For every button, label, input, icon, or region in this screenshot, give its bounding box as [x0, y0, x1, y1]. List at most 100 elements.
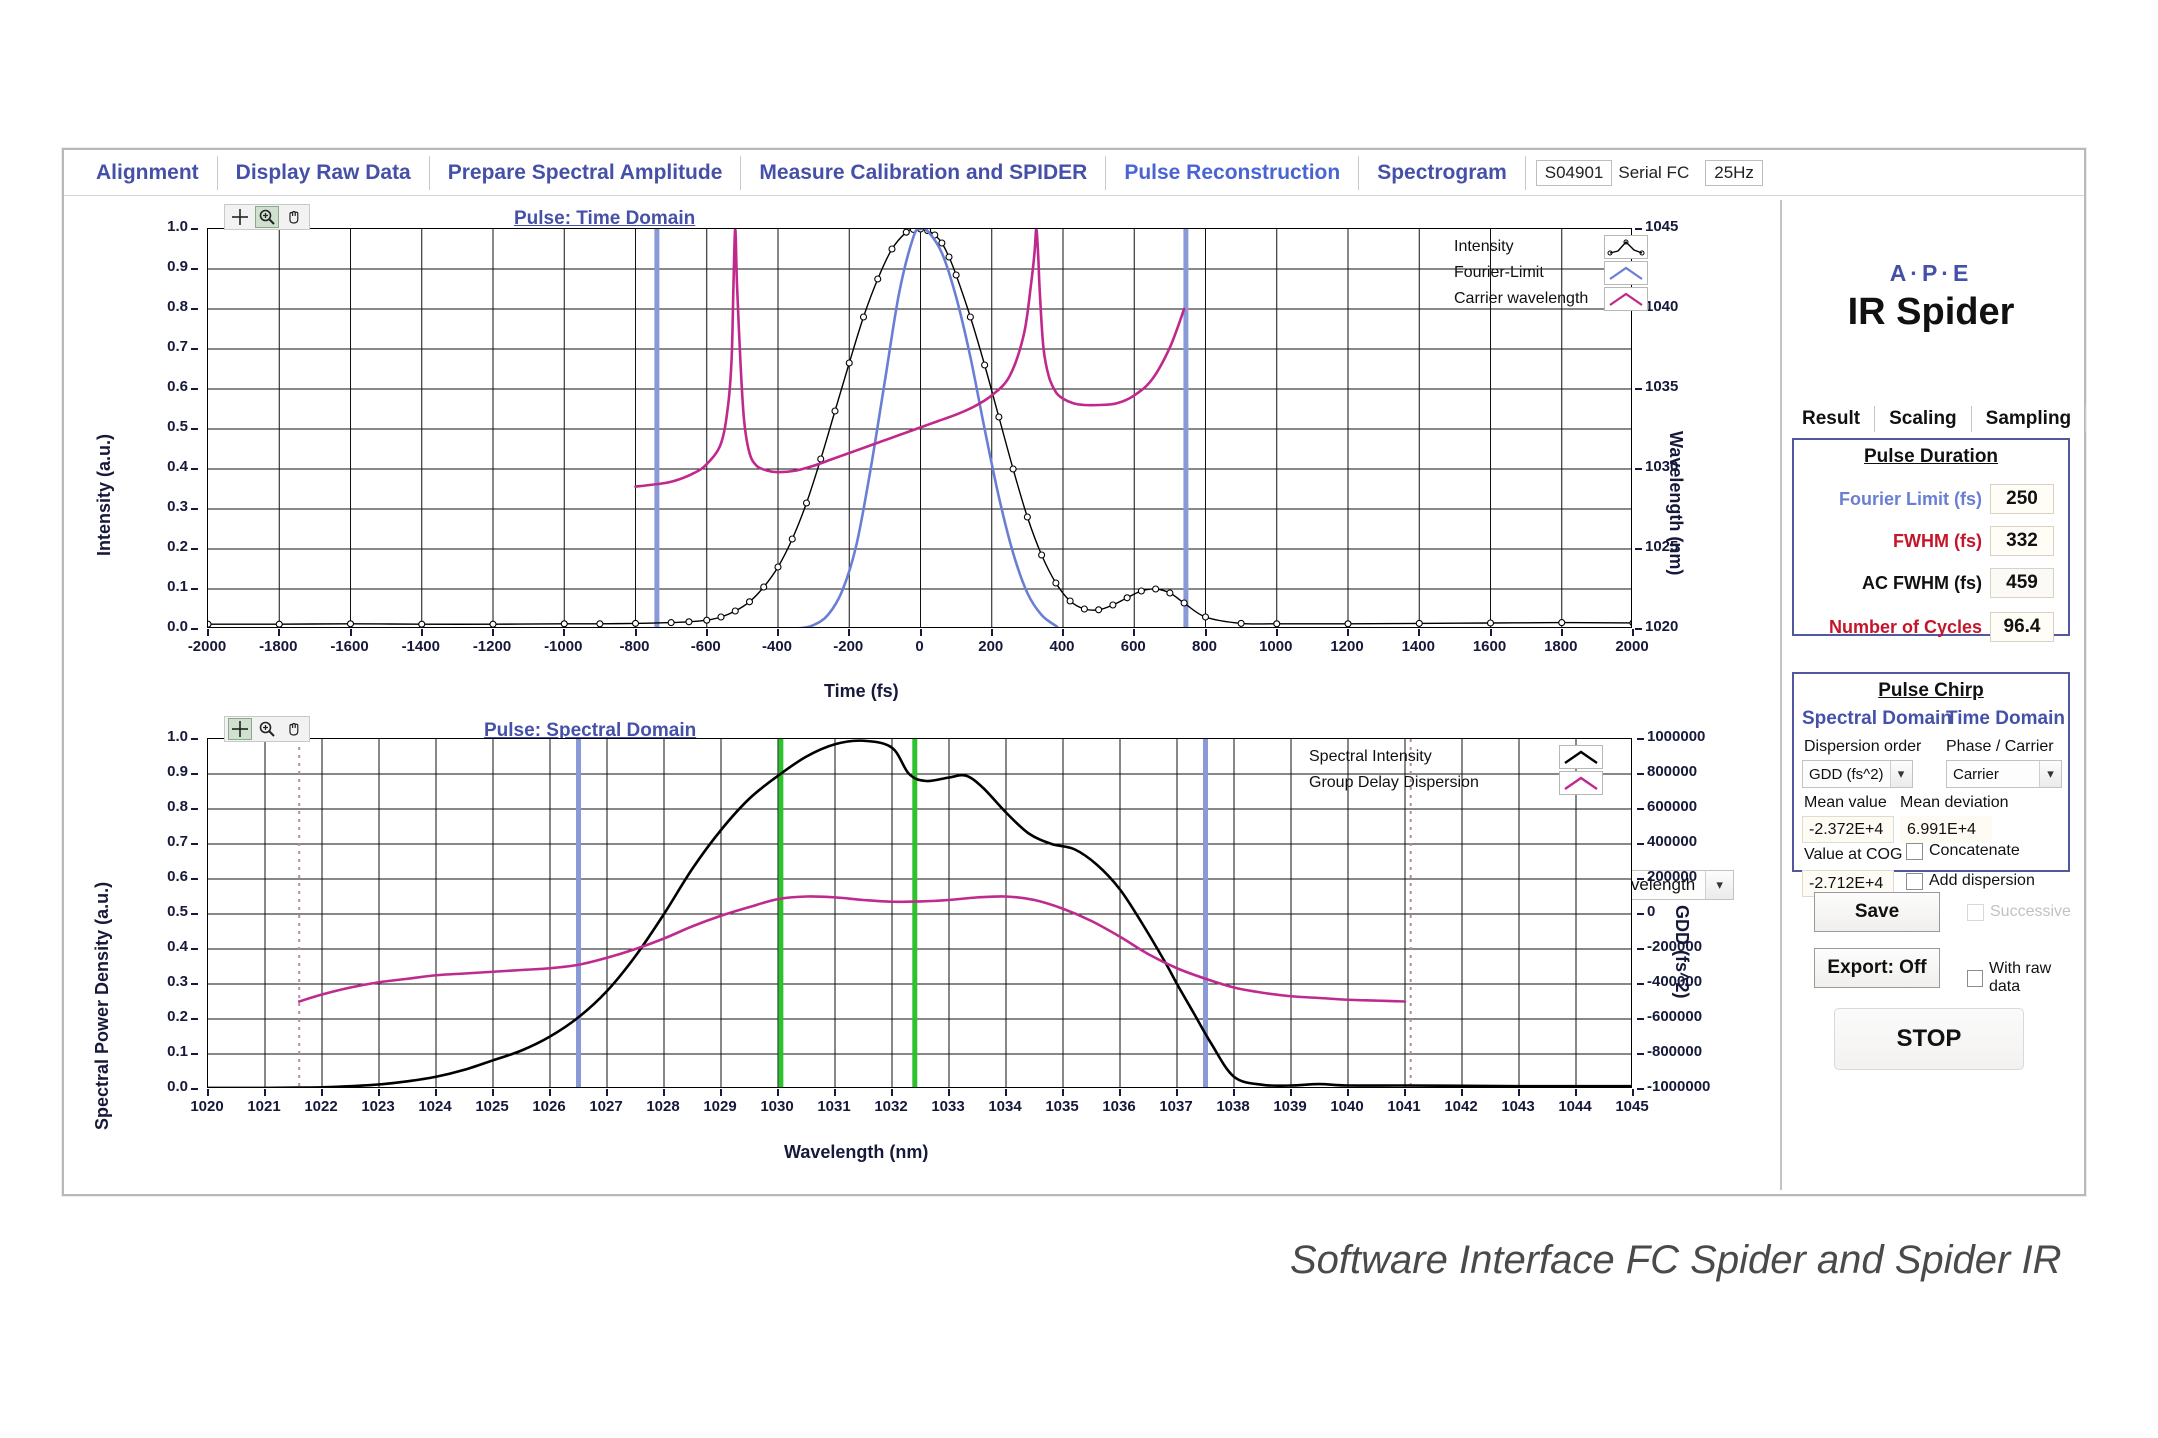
ac-fwhm-label: AC FWHM (fs) — [1862, 572, 1982, 593]
tab-prepare-spectral-amplitude[interactable]: Prepare Spectral Amplitude — [430, 155, 742, 190]
time-domain-plot-area[interactable] — [207, 228, 1632, 628]
zoom-tool-icon[interactable] — [255, 718, 279, 740]
axis-tick-label: 0.1 — [167, 578, 188, 595]
axis-tick-label: 1.0 — [167, 728, 188, 745]
legend-item: Fourier-Limit — [1454, 260, 1674, 286]
axis-tick-label: 1035 — [1645, 378, 1679, 395]
chevron-down-icon[interactable]: ▾ — [2039, 761, 2061, 787]
serial-id-field: S04901 — [1535, 159, 1613, 186]
axis-tick-label: 2000 — [1615, 638, 1649, 655]
axis-tick-label: 0 — [915, 638, 924, 655]
brand-block: A·P·E IR Spider — [1782, 260, 2080, 334]
axis-tick-label: 800 — [1191, 638, 1218, 655]
axis-tick-label: 1020 — [1645, 618, 1679, 635]
pan-tool-icon[interactable] — [282, 206, 306, 228]
legend-item: Intensity — [1454, 234, 1674, 260]
axis-tick-mark — [990, 629, 993, 636]
axis-tick-mark — [1637, 1053, 1644, 1055]
legend-item: Spectral Intensity — [1309, 744, 1629, 770]
chevron-down-icon[interactable]: ▾ — [1889, 761, 1912, 787]
axis-tick-mark — [891, 1089, 893, 1096]
mean-deviation-label: Mean deviation — [1900, 794, 2009, 811]
stop-button-label: STOP — [1896, 1025, 1962, 1052]
phase-carrier-select[interactable]: Carrier ▾ — [1946, 760, 2062, 788]
axis-tick-mark — [1418, 629, 1421, 636]
axis-tick-mark — [834, 1089, 836, 1096]
time-domain-plot-toolbar[interactable] — [224, 204, 310, 230]
axis-tick-mark — [378, 1089, 380, 1096]
tab-pulse-reconstruction[interactable]: Pulse Reconstruction — [1106, 155, 1360, 190]
axis-tick-mark — [549, 1089, 551, 1096]
axis-tick-label: -1000000 — [1647, 1078, 1711, 1095]
dispersion-order-select[interactable]: GDD (fs^2) ▾ — [1802, 760, 1913, 788]
add-dispersion-label: Add dispersion — [1929, 872, 2035, 889]
axis-tick-mark — [634, 629, 637, 636]
right-control-panel: A·P·E IR Spider Result Scaling Sampling … — [1780, 200, 2087, 1190]
axis-tick-mark — [1575, 1089, 1577, 1096]
stop-button[interactable]: STOP — [1834, 1008, 2024, 1070]
axis-tick-label: 0.0 — [167, 618, 188, 635]
axis-tick-mark — [948, 1089, 950, 1096]
axis-tick-label: -1800 — [259, 638, 298, 655]
crosshair-tool-icon[interactable] — [228, 718, 252, 740]
axis-tick-label: 1800 — [1544, 638, 1578, 655]
axis-tick-mark — [606, 1089, 608, 1096]
axis-tick-mark — [1233, 1089, 1235, 1096]
axis-tick-label: 1.0 — [167, 218, 188, 235]
legend-swatch-fourier-limit — [1604, 261, 1648, 285]
zoom-tool-icon[interactable] — [255, 206, 279, 228]
dispersion-order-label: Dispersion order — [1804, 738, 1922, 755]
axis-tick-mark — [1635, 468, 1642, 470]
tab-alignment[interactable]: Alignment — [78, 155, 218, 190]
phase-carrier-value: Carrier — [1953, 765, 1999, 783]
axis-tick-label: -400 — [761, 638, 793, 655]
fourier-limit-row: Fourier Limit (fs) 250 — [1808, 484, 2060, 514]
tab-label: Alignment — [96, 160, 199, 184]
axis-tick-mark — [1632, 1089, 1634, 1096]
axis-tick-mark — [1637, 948, 1644, 950]
axis-tick-mark — [1637, 1088, 1644, 1090]
tab-measure-calibration-and-spider[interactable]: Measure Calibration and SPIDER — [741, 155, 1107, 190]
legend-item: Group Delay Dispersion — [1309, 770, 1629, 796]
axis-tick-mark — [207, 629, 209, 636]
crosshair-tool-icon[interactable] — [228, 206, 252, 228]
checkbox-box[interactable] — [1906, 842, 1923, 860]
export-button[interactable]: Export: Off — [1814, 948, 1940, 988]
panel-tab-sampling[interactable]: Sampling — [1972, 406, 2087, 432]
axis-tick-label: 0.4 — [167, 458, 188, 475]
spectral-domain-y-axis-label: Spectral Power Density (a.u.) — [92, 881, 112, 1130]
panel-tab-result[interactable]: Result — [1788, 406, 1876, 432]
add-dispersion-checkbox[interactable]: Add dispersion — [1906, 872, 2035, 890]
axis-tick-mark — [919, 629, 922, 636]
tab-label: Measure Calibration and SPIDER — [759, 160, 1088, 184]
axis-tick-mark — [321, 1089, 323, 1096]
axis-tick-mark — [1404, 1089, 1406, 1096]
concatenate-checkbox[interactable]: Concatenate — [1906, 842, 2020, 860]
tab-spectrogram[interactable]: Spectrogram — [1359, 155, 1526, 190]
legend-swatch-intensity — [1604, 235, 1648, 259]
checkbox-box[interactable] — [1967, 969, 1983, 987]
tab-display-raw-data[interactable]: Display Raw Data — [218, 155, 430, 190]
axis-tick-label: 0.9 — [167, 258, 188, 275]
axis-tick-label: 200000 — [1647, 868, 1698, 885]
spectral-domain-plot-toolbar[interactable] — [224, 716, 310, 742]
axis-tick-label: 0.3 — [167, 498, 188, 515]
axis-tick-label: 400000 — [1647, 833, 1698, 850]
number-of-cycles-value: 96.4 — [1990, 612, 2054, 642]
panel-tab-label: Result — [1802, 408, 1861, 429]
axis-tick-mark — [1637, 878, 1644, 880]
save-button[interactable]: Save — [1814, 892, 1940, 932]
axis-tick-mark — [1275, 629, 1278, 636]
checkbox-box[interactable] — [1906, 872, 1923, 890]
axis-tick-mark — [1347, 629, 1349, 636]
successive-label: Successive — [1990, 903, 2071, 920]
panel-tab-scaling[interactable]: Scaling — [1875, 406, 1972, 432]
time-domain-heading: Time Domain — [1946, 708, 2065, 729]
legend-label: Group Delay Dispersion — [1309, 774, 1479, 791]
pan-tool-icon[interactable] — [282, 718, 306, 740]
with-raw-data-checkbox[interactable]: With raw data — [1967, 960, 2080, 996]
axis-tick-mark — [1637, 808, 1644, 810]
axis-tick-label: 0.5 — [167, 418, 188, 435]
axis-tick-label: 0.1 — [167, 1043, 188, 1060]
axis-tick-mark — [1062, 629, 1064, 636]
